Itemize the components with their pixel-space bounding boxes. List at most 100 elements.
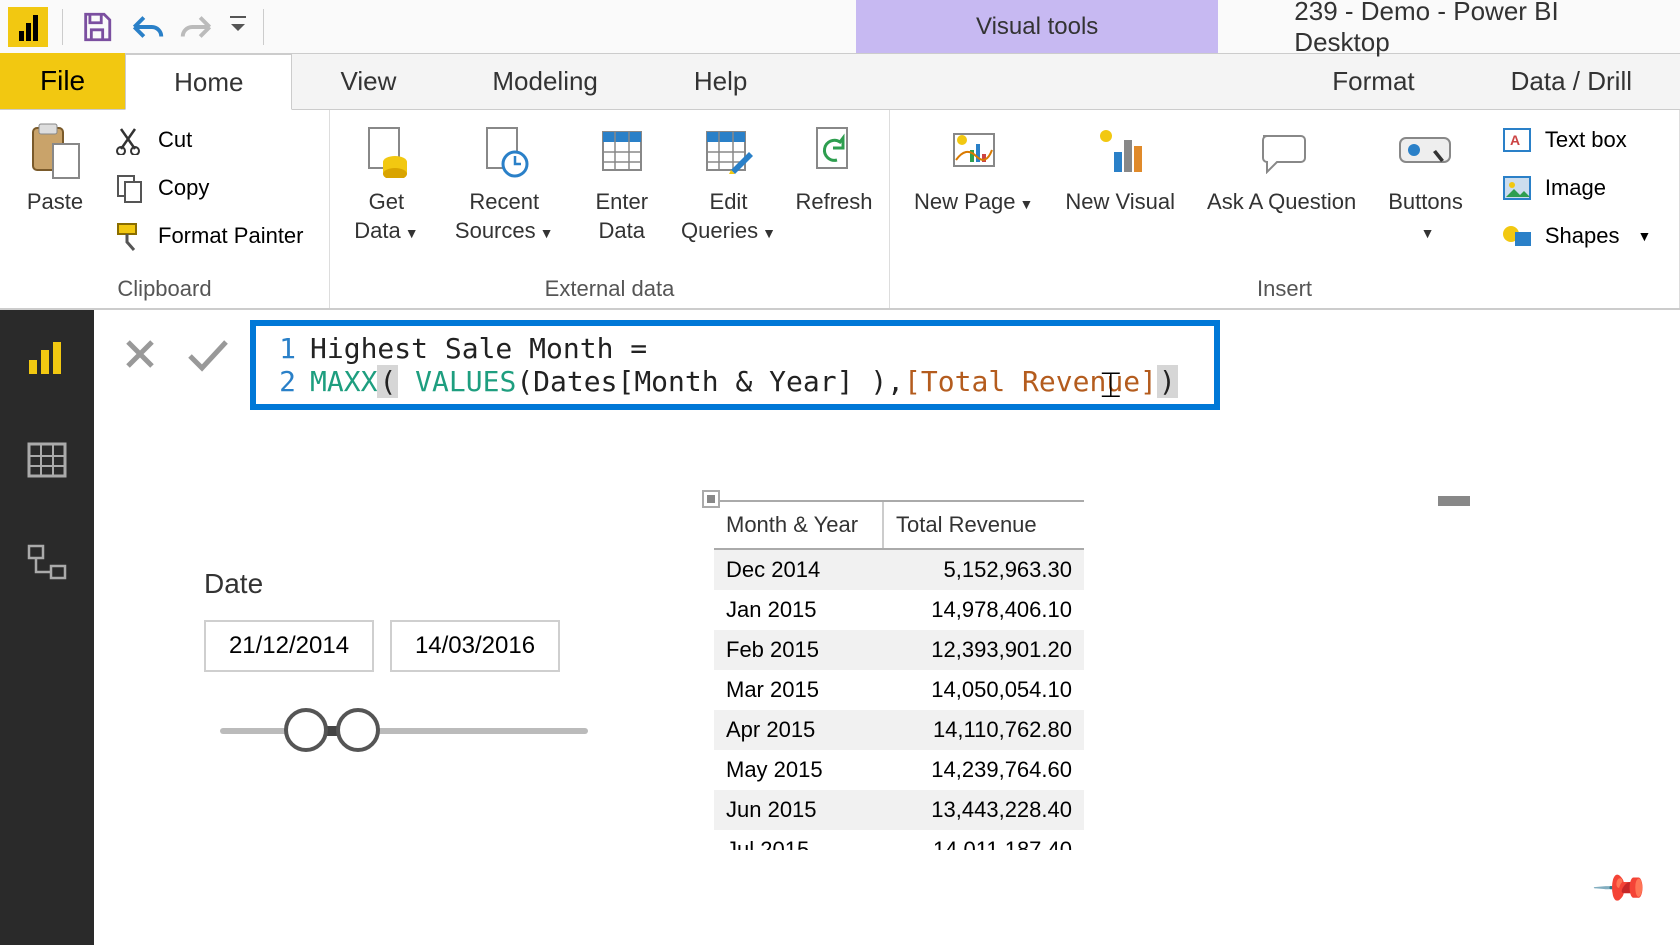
- tab-format[interactable]: Format: [1284, 53, 1462, 109]
- revenue-table-visual[interactable]: Month & Year Total Revenue Dec 20145,152…: [714, 500, 1084, 850]
- token-maxx: MAXX: [310, 365, 377, 398]
- copy-button[interactable]: Copy: [104, 166, 312, 210]
- new-page-label: New Page: [914, 189, 1016, 214]
- table-row[interactable]: Jul 201514,011,187.40: [714, 830, 1084, 850]
- column-header-month[interactable]: Month & Year: [714, 502, 884, 548]
- token-paren: (: [516, 365, 533, 398]
- slicer-end-input[interactable]: 14/03/2016: [390, 620, 560, 672]
- model-view-icon: [25, 542, 69, 582]
- tab-view[interactable]: View: [292, 53, 444, 109]
- image-button[interactable]: Image: [1491, 166, 1659, 210]
- table-row[interactable]: Jan 201514,978,406.10: [714, 590, 1084, 630]
- ask-question-button[interactable]: Ask A Question: [1193, 114, 1370, 223]
- pin-icon: 📌: [1591, 857, 1652, 918]
- formula-text-line1: Highest Sale Month =: [310, 332, 647, 365]
- undo-icon: [128, 12, 166, 42]
- group-external-label: External data: [340, 272, 879, 306]
- paste-button[interactable]: Paste: [10, 114, 100, 223]
- save-icon: [80, 10, 114, 44]
- get-data-icon: [361, 124, 411, 178]
- paste-icon: [27, 122, 83, 180]
- ribbon-tabs: File Home View Modeling Help Format Data…: [0, 54, 1680, 110]
- table-row[interactable]: Jun 201513,443,228.40: [714, 790, 1084, 830]
- tab-home[interactable]: Home: [125, 54, 292, 110]
- undo-button[interactable]: [123, 3, 171, 51]
- table-row[interactable]: May 201514,239,764.60: [714, 750, 1084, 790]
- text-cursor-icon: ⌶: [1100, 364, 1122, 407]
- format-painter-button[interactable]: Format Painter: [104, 214, 312, 258]
- table-row[interactable]: Dec 20145,152,963.30: [714, 550, 1084, 590]
- slider-handle-end[interactable]: [336, 708, 380, 752]
- edit-queries-icon: [701, 126, 755, 176]
- svg-text:A: A: [1510, 132, 1520, 148]
- data-view-icon: [25, 440, 69, 480]
- date-slicer[interactable]: Date 21/12/2014 14/03/2016: [204, 568, 604, 760]
- slicer-slider[interactable]: [204, 700, 604, 760]
- shapes-button[interactable]: Shapes▼: [1491, 214, 1659, 258]
- ask-question-icon: [1257, 128, 1307, 174]
- text-box-icon: A: [1502, 127, 1532, 153]
- line-number: 1: [268, 332, 296, 365]
- contextual-tab-label: Visual tools: [856, 0, 1218, 53]
- refresh-label: Refresh: [795, 188, 872, 217]
- slicer-start-input[interactable]: 21/12/2014: [204, 620, 374, 672]
- tab-help[interactable]: Help: [646, 53, 795, 109]
- refresh-button[interactable]: Refresh: [789, 114, 879, 223]
- cut-icon: [115, 125, 145, 155]
- table-body: Dec 20145,152,963.30 Jan 201514,978,406.…: [714, 550, 1084, 850]
- quick-access-toolbar: [0, 0, 276, 53]
- table-row[interactable]: Feb 201512,393,901.20: [714, 630, 1084, 670]
- data-view-button[interactable]: [19, 432, 75, 488]
- group-clipboard-label: Clipboard: [10, 272, 319, 306]
- resize-handle[interactable]: [702, 490, 720, 508]
- token-args: Dates[Month & Year] ),: [533, 365, 904, 398]
- redo-button[interactable]: [173, 3, 221, 51]
- resize-handle[interactable]: [1438, 496, 1470, 506]
- ask-question-label: Ask A Question: [1207, 188, 1356, 217]
- copy-label: Copy: [158, 175, 209, 201]
- enter-data-label: Enter Data: [590, 188, 654, 245]
- get-data-label: Get Data: [354, 189, 404, 243]
- formula-editor[interactable]: 1 Highest Sale Month = 2 MAXX( VALUES( D…: [250, 320, 1220, 410]
- image-label: Image: [1545, 175, 1606, 201]
- enter-data-icon: [597, 126, 647, 176]
- slider-handle-start[interactable]: [284, 708, 328, 752]
- get-data-button[interactable]: Get Data▼: [340, 114, 433, 251]
- slider-track-line: [220, 728, 588, 734]
- cut-button[interactable]: Cut: [104, 118, 312, 162]
- title-bar: Visual tools 239 - Demo - Power BI Deskt…: [0, 0, 1680, 54]
- new-visual-button[interactable]: New Visual: [1051, 114, 1189, 223]
- new-page-button[interactable]: New Page▼: [900, 114, 1047, 223]
- tab-modeling[interactable]: Modeling: [444, 53, 646, 109]
- table-row[interactable]: Mar 201514,050,054.10: [714, 670, 1084, 710]
- shapes-icon: [1501, 222, 1533, 250]
- ribbon: Paste Cut Copy Format Painter Clipboard: [0, 110, 1680, 310]
- save-button[interactable]: [73, 3, 121, 51]
- buttons-icon: [1396, 128, 1456, 174]
- table-row[interactable]: Apr 201514,110,762.80: [714, 710, 1084, 750]
- column-header-revenue[interactable]: Total Revenue: [884, 502, 1084, 548]
- tab-file[interactable]: File: [0, 53, 125, 109]
- recent-sources-icon: [479, 124, 529, 178]
- line-number: 2: [268, 365, 296, 398]
- new-visual-icon: [1094, 126, 1146, 176]
- new-page-icon: [948, 126, 1000, 176]
- commit-formula-icon[interactable]: [184, 334, 230, 374]
- tab-data-drill[interactable]: Data / Drill: [1463, 53, 1680, 109]
- buttons-button[interactable]: Buttons▼: [1374, 114, 1477, 251]
- table-header: Month & Year Total Revenue: [714, 502, 1084, 550]
- qat-customize[interactable]: [223, 3, 253, 51]
- view-rail: [0, 310, 94, 945]
- copy-icon: [115, 173, 145, 203]
- cancel-formula-icon[interactable]: [120, 334, 160, 374]
- group-insert-label: Insert: [900, 272, 1669, 306]
- report-view-icon: [25, 338, 69, 378]
- model-view-button[interactable]: [19, 534, 75, 590]
- text-box-button[interactable]: A Text box: [1491, 118, 1659, 162]
- edit-queries-button[interactable]: Edit Queries▼: [672, 114, 785, 251]
- report-canvas[interactable]: Date 21/12/2014 14/03/2016 Month & Year …: [94, 440, 1680, 945]
- token-values: VALUES: [415, 365, 516, 398]
- report-view-button[interactable]: [19, 330, 75, 386]
- enter-data-button[interactable]: Enter Data: [576, 114, 668, 251]
- recent-sources-button[interactable]: Recent Sources▼: [437, 114, 572, 251]
